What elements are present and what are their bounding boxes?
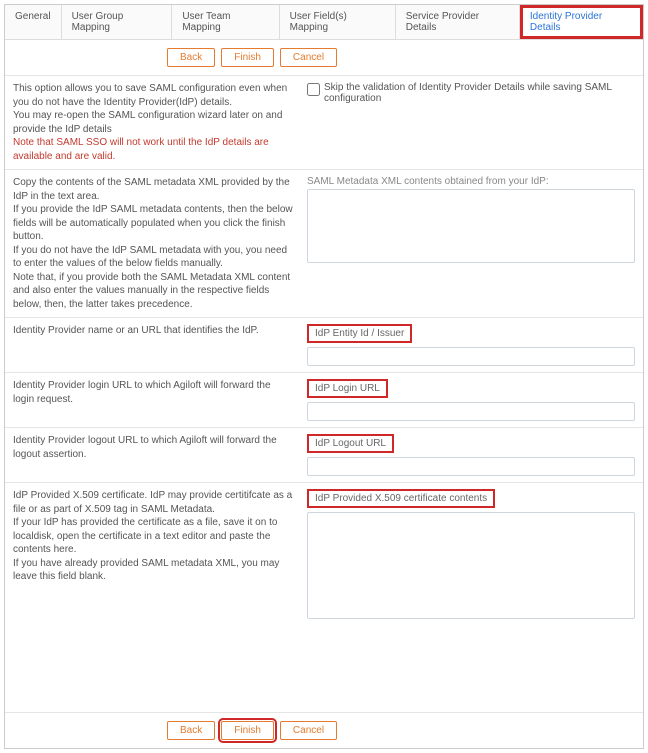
skip-validation-checkbox[interactable] (307, 83, 320, 96)
finish-button-bottom[interactable]: Finish (221, 721, 274, 740)
finish-button[interactable]: Finish (221, 48, 274, 67)
tab-bar: General User Group Mapping User Team Map… (5, 5, 643, 40)
back-button[interactable]: Back (167, 48, 215, 67)
metadata-desc-3: If you do not have the IdP SAML metadata… (13, 244, 293, 271)
metadata-xml-label: SAML Metadata XML contents obtained from… (307, 176, 635, 187)
entity-id-input[interactable] (307, 347, 635, 366)
skip-validation-label: Skip the validation of Identity Provider… (324, 82, 635, 104)
top-button-row: Back Finish Cancel (5, 40, 643, 75)
entity-id-label: IdP Entity Id / Issuer (307, 324, 412, 343)
logout-url-label: IdP Logout URL (307, 434, 394, 453)
entity-id-desc: Identity Provider name or an URL that id… (13, 324, 303, 366)
intro-text-1: This option allows you to save SAML conf… (13, 82, 293, 109)
tab-service-provider-details[interactable]: Service Provider Details (396, 5, 520, 39)
logout-url-desc: Identity Provider logout URL to which Ag… (13, 434, 303, 476)
tab-user-group-mapping[interactable]: User Group Mapping (62, 5, 173, 39)
cert-desc-3: If you have already provided SAML metada… (13, 557, 293, 584)
intro-text-2: You may re-open the SAML configuration w… (13, 109, 293, 136)
login-url-input[interactable] (307, 402, 635, 421)
cert-desc-2: If your IdP has provided the certificate… (13, 516, 293, 557)
tab-user-team-mapping[interactable]: User Team Mapping (172, 5, 279, 39)
cancel-button-bottom[interactable]: Cancel (280, 721, 337, 740)
bottom-button-row: Back Finish Cancel (5, 712, 643, 748)
cancel-button[interactable]: Cancel (280, 48, 337, 67)
tab-general[interactable]: General (5, 5, 62, 39)
logout-url-input[interactable] (307, 457, 635, 476)
metadata-desc-4: Note that, if you provide both the SAML … (13, 271, 293, 312)
cert-label: IdP Provided X.509 certificate contents (307, 489, 495, 508)
cert-textarea[interactable] (307, 512, 635, 619)
login-url-label: IdP Login URL (307, 379, 388, 398)
intro-warning: Note that SAML SSO will not work until t… (13, 136, 293, 163)
login-url-desc: Identity Provider login URL to which Agi… (13, 379, 303, 421)
tab-identity-provider-details[interactable]: Identity Provider Details (520, 5, 643, 39)
cert-desc-1: IdP Provided X.509 certificate. IdP may … (13, 489, 293, 516)
metadata-desc-2: If you provide the IdP SAML metadata con… (13, 203, 293, 244)
back-button-bottom[interactable]: Back (167, 721, 215, 740)
metadata-xml-textarea[interactable] (307, 189, 635, 263)
tab-user-fields-mapping[interactable]: User Field(s) Mapping (280, 5, 396, 39)
metadata-desc-1: Copy the contents of the SAML metadata X… (13, 176, 293, 203)
